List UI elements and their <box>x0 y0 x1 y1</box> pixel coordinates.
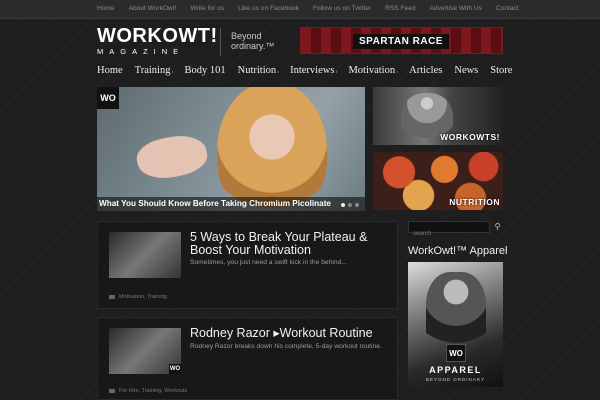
sidebar-apparel-title: WorkOwt!™ Apparel <box>408 245 508 257</box>
hero-image-hand <box>133 130 211 184</box>
chevron-right-icon: › <box>277 69 280 75</box>
workowts-label: WORKOWTS! <box>440 132 500 142</box>
site-tagline: Beyond ordinary.™ <box>231 31 275 51</box>
slider-dot-2[interactable] <box>348 203 352 207</box>
nutrition-label: NUTRITION <box>449 197 500 207</box>
post-title[interactable]: 5 Ways to Break Your Plateau & Boost You… <box>190 231 390 256</box>
wo-logo-badge: WO <box>169 364 181 374</box>
header-divider <box>220 28 221 56</box>
site-logo[interactable]: WORKOWT! MAGAZINE <box>97 25 218 56</box>
top-link-advertise[interactable]: Advertise With Us <box>430 5 482 12</box>
nav-motivation[interactable]: Motivation› <box>348 65 398 76</box>
apparel-ad[interactable]: WO APPAREL BEYOND ORDINARY <box>408 262 503 387</box>
post-categories: Motivation, Training <box>109 294 167 300</box>
top-link-contact[interactable]: Contact <box>496 5 519 12</box>
logo-main: WORKOWT! <box>97 25 218 47</box>
top-link-about[interactable]: About WorkOwt! <box>129 5 177 12</box>
wo-logo-badge: WO <box>97 87 119 109</box>
slider-dot-1[interactable] <box>341 203 345 207</box>
top-link-home[interactable]: Home <box>97 5 115 12</box>
slider-caption[interactable]: What You Should Know Before Taking Chrom… <box>97 197 365 211</box>
nav-body-101[interactable]: Body 101 <box>184 65 226 76</box>
logo-sub: MAGAZINE <box>97 47 185 56</box>
slider-caption-text[interactable]: What You Should Know Before Taking Chrom… <box>99 199 331 208</box>
top-link-twitter[interactable]: Follow us on Twitter <box>313 5 371 12</box>
search-input[interactable] <box>409 229 489 239</box>
post-excerpt: Sometimes, you just need a swift kick in… <box>190 259 347 266</box>
post-categories: For Him, Training, Workouts <box>109 388 187 394</box>
apparel-word: APPAREL <box>429 365 482 375</box>
nav-news[interactable]: News <box>454 65 479 76</box>
folder-icon <box>109 294 115 299</box>
top-link-write[interactable]: Write for us <box>190 5 224 12</box>
chevron-right-icon: › <box>171 69 174 75</box>
nav-store[interactable]: Store <box>490 65 513 76</box>
banner-logo: SPARTAN RACE <box>353 34 449 49</box>
nav-training[interactable]: Training› <box>135 65 174 76</box>
top-bar: Home About WorkOwt! Write for us Like us… <box>0 0 600 19</box>
top-link-rss[interactable]: RSS Feed <box>385 5 415 12</box>
search-box <box>408 221 490 239</box>
slider-dot-3[interactable] <box>355 203 359 207</box>
post-title[interactable]: Rodney Razor ▸Workout Routine <box>190 327 390 340</box>
workowts-tile[interactable]: WORKOWTS! <box>373 87 503 145</box>
post-card: 5 Ways to Break Your Plateau & Boost You… <box>97 221 398 309</box>
post-thumbnail[interactable] <box>109 232 181 278</box>
hero-image-face <box>217 87 327 211</box>
top-link-facebook[interactable]: Like us on Facebook <box>238 5 299 12</box>
search-icon[interactable]: ⚲ <box>492 221 503 233</box>
folder-icon <box>109 388 115 393</box>
main-nav: Home Training› Body 101 Nutrition› Inter… <box>0 60 600 82</box>
apparel-tagline: BEYOND ORDINARY <box>426 377 485 382</box>
featured-slider[interactable]: WO What You Should Know Before Taking Ch… <box>97 87 365 211</box>
nav-interviews[interactable]: Interviews› <box>290 65 337 76</box>
post-excerpt: Rodney Razor breaks down his complete, 5… <box>190 343 382 350</box>
nav-home[interactable]: Home <box>97 65 124 76</box>
spartan-race-banner[interactable]: SPARTAN RACE <box>300 27 503 54</box>
apparel-model-image <box>426 272 486 352</box>
nutrition-tile[interactable]: NUTRITION <box>373 152 503 210</box>
post-thumbnail[interactable]: WO <box>109 328 181 374</box>
post-card: WO Rodney Razor ▸Workout Routine Rodney … <box>97 317 398 400</box>
nav-articles[interactable]: Articles <box>409 65 443 76</box>
top-links: Home About WorkOwt! Write for us Like us… <box>97 5 533 12</box>
slider-dots <box>338 203 359 207</box>
wo-logo-badge: WO <box>446 344 466 362</box>
nav-nutrition[interactable]: Nutrition› <box>238 65 280 76</box>
chevron-right-icon: › <box>396 69 399 75</box>
chevron-right-icon: › <box>335 69 338 75</box>
